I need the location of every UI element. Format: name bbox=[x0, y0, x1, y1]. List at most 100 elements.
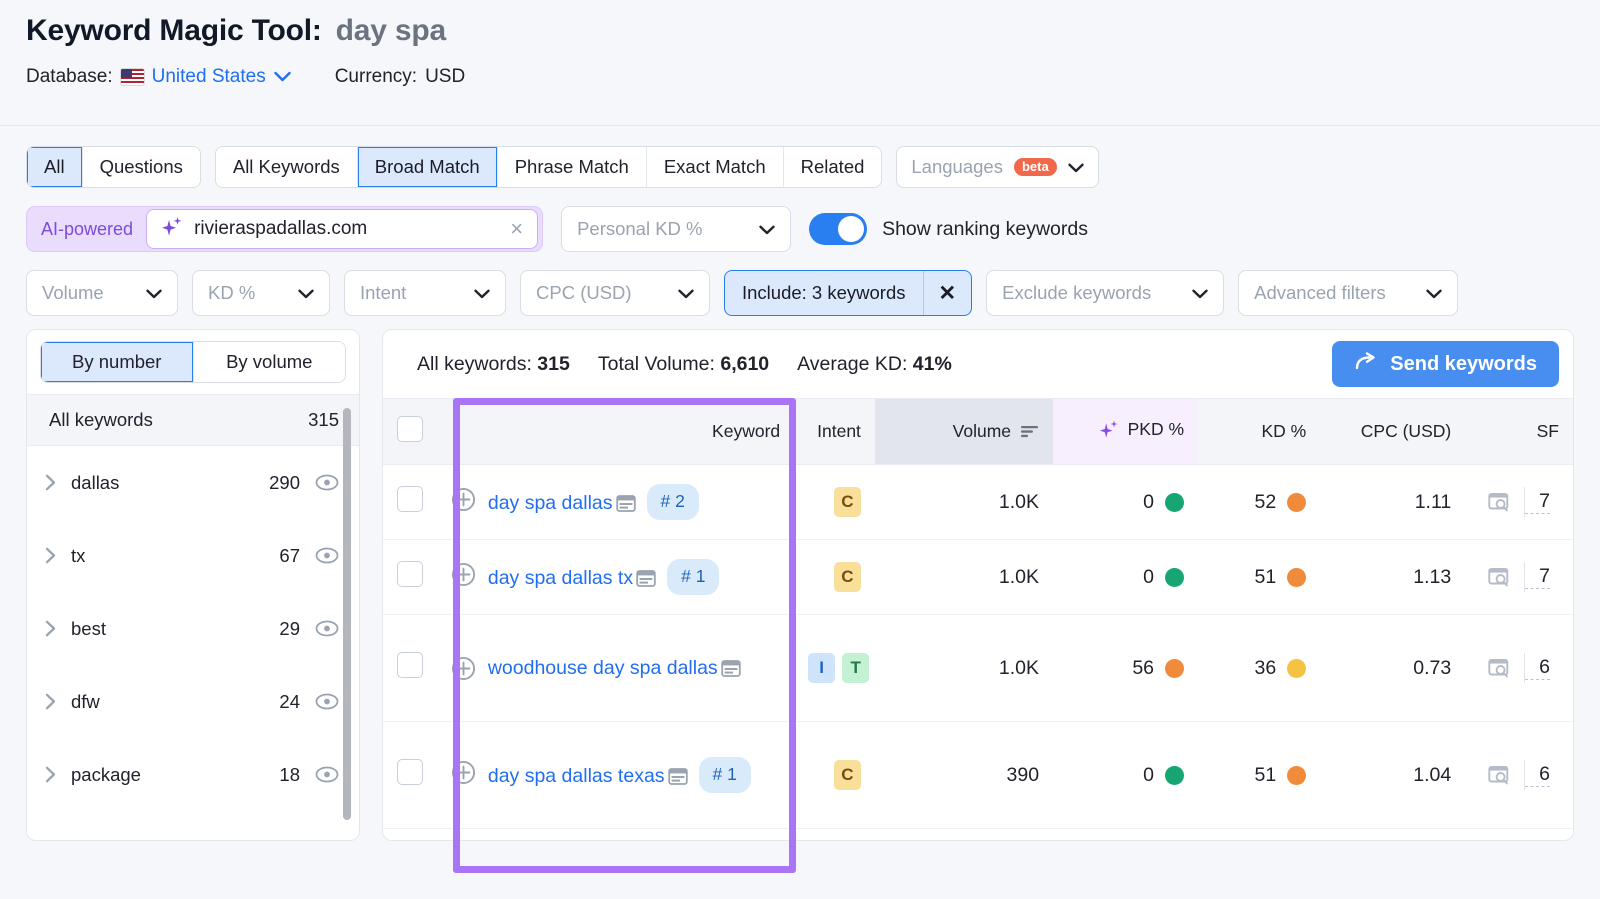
table-row[interactable]: woodhouse day spa dallas I T 1.0K 56 bbox=[383, 615, 1573, 722]
send-keywords-button[interactable]: Send keywords bbox=[1332, 341, 1559, 387]
filter-advanced[interactable]: Advanced filters bbox=[1238, 270, 1458, 316]
sidebar-item-tx[interactable]: tx 67 bbox=[27, 519, 359, 592]
add-keyword-icon[interactable] bbox=[451, 487, 476, 512]
header-keyword[interactable]: Keyword bbox=[437, 399, 794, 465]
table-row[interactable]: day spa dallas texas# 1 C 390 0 bbox=[383, 722, 1573, 829]
header-volume[interactable]: Volume bbox=[875, 399, 1053, 465]
tab-phrase-match[interactable]: Phrase Match bbox=[498, 147, 647, 187]
tab-questions[interactable]: Questions bbox=[83, 147, 200, 187]
close-icon[interactable]: × bbox=[510, 218, 523, 240]
filter-intent-label: Intent bbox=[360, 282, 406, 304]
database-selector[interactable]: Database: United States bbox=[26, 66, 291, 88]
close-icon[interactable]: ✕ bbox=[924, 271, 972, 315]
row-checkbox[interactable] bbox=[397, 561, 423, 587]
sf-count[interactable]: 6 bbox=[1525, 656, 1550, 679]
sidebar-group-count: 290 bbox=[269, 472, 300, 494]
header-sf[interactable]: SF bbox=[1465, 399, 1573, 465]
add-keyword-icon[interactable] bbox=[451, 656, 476, 681]
sidebar-item-package[interactable]: package 18 bbox=[27, 738, 359, 811]
serp-preview-icon[interactable] bbox=[1488, 492, 1524, 513]
domain-input-value[interactable]: rivieraspadallas.com bbox=[194, 218, 499, 240]
filter-intent[interactable]: Intent bbox=[344, 270, 506, 316]
show-ranking-keywords-toggle[interactable] bbox=[809, 213, 867, 245]
sidebar-tab-by-number[interactable]: By number bbox=[41, 342, 194, 382]
intent-badge[interactable]: C bbox=[834, 487, 861, 517]
serp-features-icon[interactable] bbox=[636, 569, 656, 588]
serp-features-icon[interactable] bbox=[616, 494, 636, 513]
chevron-right-icon[interactable] bbox=[45, 766, 56, 783]
eye-icon[interactable] bbox=[315, 693, 339, 710]
sidebar-group-label: package bbox=[71, 764, 264, 786]
tab-all[interactable]: All bbox=[27, 147, 83, 187]
intent-badge[interactable]: C bbox=[834, 562, 861, 592]
filter-kd[interactable]: KD % bbox=[192, 270, 330, 316]
ai-filter-row: AI-powered rivieraspadallas.com × Person… bbox=[26, 206, 1574, 252]
kd-value: 51 bbox=[1255, 566, 1277, 589]
chevron-right-icon[interactable] bbox=[45, 620, 56, 637]
cell-kd: 52 bbox=[1198, 465, 1320, 540]
sidebar-item-dfw[interactable]: dfw 24 bbox=[27, 665, 359, 738]
eye-icon[interactable] bbox=[315, 766, 339, 783]
intent-badge[interactable]: T bbox=[842, 653, 869, 683]
header-cpc[interactable]: CPC (USD) bbox=[1320, 399, 1465, 465]
sidebar-all-keywords-label: All keywords bbox=[49, 409, 153, 431]
intent-badge[interactable]: I bbox=[808, 653, 835, 683]
keyword-link[interactable]: woodhouse day spa dallas bbox=[488, 657, 718, 679]
eye-icon[interactable] bbox=[315, 547, 339, 564]
row-checkbox[interactable] bbox=[397, 486, 423, 512]
sidebar-item-all-keywords[interactable]: All keywords 315 bbox=[27, 394, 359, 446]
cell-keyword: day spa dallas tx# 1 bbox=[437, 540, 794, 615]
stat-total-volume-value: 6,610 bbox=[720, 353, 769, 375]
eye-icon[interactable] bbox=[315, 474, 339, 491]
filter-exclude-keywords[interactable]: Exclude keywords bbox=[986, 270, 1224, 316]
database-value[interactable]: United States bbox=[152, 66, 266, 88]
chevron-right-icon[interactable] bbox=[45, 474, 56, 491]
row-checkbox[interactable] bbox=[397, 759, 423, 785]
table-row[interactable]: day spa dallas tx# 1 C 1.0K 0 bbox=[383, 540, 1573, 615]
add-keyword-icon[interactable] bbox=[451, 562, 476, 587]
serp-features-icon[interactable] bbox=[668, 767, 688, 786]
match-type-tabs: All Keywords Broad Match Phrase Match Ex… bbox=[215, 146, 883, 188]
keyword-link[interactable]: day spa dallas texas bbox=[488, 765, 665, 787]
domain-input[interactable]: rivieraspadallas.com × bbox=[146, 209, 538, 249]
serp-preview-icon[interactable] bbox=[1488, 567, 1524, 588]
add-keyword-icon[interactable] bbox=[451, 760, 476, 785]
header-pkd[interactable]: PKD % bbox=[1053, 399, 1198, 465]
pkd-value: 0 bbox=[1143, 566, 1154, 589]
tab-broad-match[interactable]: Broad Match bbox=[358, 147, 498, 187]
header-pkd-label: PKD % bbox=[1128, 419, 1184, 440]
table-row[interactable]: day spa dallas# 2 C 1.0K 0 bbox=[383, 465, 1573, 540]
serp-preview-icon[interactable] bbox=[1488, 658, 1524, 679]
keyword-link[interactable]: day spa dallas bbox=[488, 492, 613, 514]
sf-count[interactable]: 7 bbox=[1525, 565, 1550, 588]
filter-cpc[interactable]: CPC (USD) bbox=[520, 270, 710, 316]
cell-pkd: 56 bbox=[1053, 615, 1198, 722]
sidebar-sort-toggle: By number By volume bbox=[27, 330, 359, 394]
sidebar-item-dallas[interactable]: dallas 290 bbox=[27, 446, 359, 519]
tab-exact-match[interactable]: Exact Match bbox=[647, 147, 784, 187]
header-kd[interactable]: KD % bbox=[1198, 399, 1320, 465]
header-intent[interactable]: Intent bbox=[794, 399, 875, 465]
select-all-checkbox[interactable] bbox=[397, 416, 423, 442]
tab-related[interactable]: Related bbox=[784, 147, 882, 187]
tab-all-keywords[interactable]: All Keywords bbox=[216, 147, 358, 187]
filter-volume[interactable]: Volume bbox=[26, 270, 178, 316]
pkd-status-dot bbox=[1165, 659, 1184, 678]
eye-icon[interactable] bbox=[315, 620, 339, 637]
sf-count[interactable]: 6 bbox=[1525, 763, 1550, 786]
chevron-right-icon[interactable] bbox=[45, 693, 56, 710]
serp-preview-icon[interactable] bbox=[1488, 765, 1524, 786]
intent-badge[interactable]: C bbox=[834, 760, 861, 790]
chevron-right-icon[interactable] bbox=[45, 547, 56, 564]
sidebar-tab-by-volume[interactable]: By volume bbox=[194, 342, 346, 382]
sidebar-scrollbar[interactable] bbox=[343, 408, 351, 820]
keyword-link[interactable]: day spa dallas tx bbox=[488, 567, 633, 589]
personal-kd-dropdown[interactable]: Personal KD % bbox=[561, 206, 791, 252]
filter-include-keywords[interactable]: Include: 3 keywords ✕ bbox=[724, 270, 972, 316]
sf-count[interactable]: 7 bbox=[1525, 490, 1550, 513]
row-checkbox[interactable] bbox=[397, 652, 423, 678]
languages-dropdown[interactable]: Languages beta bbox=[896, 146, 1098, 188]
serp-features-icon[interactable] bbox=[721, 659, 741, 678]
sidebar-group-count: 24 bbox=[279, 691, 300, 713]
sidebar-item-best[interactable]: best 29 bbox=[27, 592, 359, 665]
